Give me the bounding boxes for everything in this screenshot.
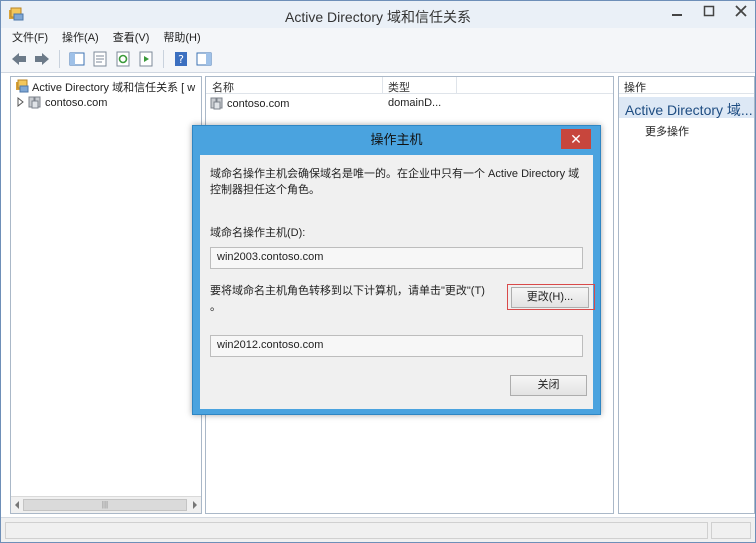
toolbar: ? xyxy=(1,46,755,73)
scroll-right-arrow-icon[interactable] xyxy=(191,500,199,513)
title-bar: Active Directory 域和信任关系 xyxy=(1,1,755,28)
tree-node-domain[interactable]: contoso.com xyxy=(17,95,107,111)
status-cell xyxy=(711,522,751,539)
refresh-icon[interactable] xyxy=(113,49,133,69)
properties-icon[interactable] xyxy=(90,49,110,69)
list-item-type: domainD... xyxy=(388,97,442,109)
scroll-thumb[interactable]: ||| xyxy=(23,499,187,511)
scroll-left-arrow-icon[interactable] xyxy=(13,500,21,513)
change-button[interactable]: 更改(H)... xyxy=(511,287,589,308)
dialog-body: 域命名操作主机会确保域名是唯一的。在企业中只有一个 Active Directo… xyxy=(200,155,595,409)
domain-icon xyxy=(210,96,224,113)
actions-section-title[interactable]: Active Directory 域... xyxy=(619,97,754,118)
help-icon[interactable]: ? xyxy=(171,49,191,69)
tree-root-label: Active Directory 域和信任关系 [ w xyxy=(32,82,196,94)
operations-master-dialog: 操作主机 ✕ 域命名操作主机会确保域名是唯一的。在企业中只有一个 Active … xyxy=(192,125,601,415)
menu-view[interactable]: 查看(V) xyxy=(113,29,150,45)
horizontal-scrollbar[interactable]: ||| xyxy=(11,496,201,513)
console-tree: Active Directory 域和信任关系 [ w contoso.com … xyxy=(10,76,202,514)
toolbar-separator xyxy=(59,50,60,68)
mmc-window: Active Directory 域和信任关系 文件(F) 操作(A) 查看(V… xyxy=(0,0,756,543)
menu-help[interactable]: 帮助(H) xyxy=(163,29,200,45)
svg-text:?: ? xyxy=(178,53,184,66)
export-list-icon[interactable] xyxy=(136,49,156,69)
menu-bar: 文件(F) 操作(A) 查看(V) 帮助(H) xyxy=(1,28,755,46)
close-icon: ✕ xyxy=(570,131,582,147)
dialog-close-button[interactable]: ✕ xyxy=(561,129,591,149)
current-master-label: 域命名操作主机(D): xyxy=(210,227,306,239)
column-divider[interactable] xyxy=(382,77,383,93)
transfer-label: 要将域命名主机角色转移到以下计算机，请单击"更改"(T) xyxy=(210,285,485,297)
window-title: Active Directory 域和信任关系 xyxy=(285,9,471,25)
maximize-button[interactable] xyxy=(701,5,717,21)
column-header-type[interactable]: 类型 xyxy=(388,79,410,95)
menu-file[interactable]: 文件(F) xyxy=(12,29,48,45)
column-divider[interactable] xyxy=(456,77,457,93)
dialog-description-line2: 控制器担任这个角色。 xyxy=(210,184,320,196)
list-header: 名称 类型 xyxy=(206,77,613,94)
target-computer-field[interactable]: win2012.contoso.com xyxy=(210,335,583,357)
close-button[interactable]: 关闭 xyxy=(510,375,587,396)
minimize-button[interactable] xyxy=(669,5,685,21)
dialog-description-line1: 域命名操作主机会确保域名是唯一的。在企业中只有一个 Active Directo… xyxy=(210,168,580,180)
list-item-name: contoso.com xyxy=(227,98,290,110)
more-actions-link[interactable]: 更多操作 xyxy=(645,123,689,139)
domains-trusts-icon xyxy=(15,79,29,96)
status-cell xyxy=(5,522,708,539)
column-header-name[interactable]: 名称 xyxy=(212,79,234,95)
actions-header: 操作 xyxy=(619,77,754,94)
forward-arrow-icon[interactable] xyxy=(32,49,52,69)
close-window-button[interactable] xyxy=(733,5,749,21)
back-arrow-icon[interactable] xyxy=(9,49,29,69)
actions-pane: 操作 Active Directory 域... 更多操作 xyxy=(618,76,755,514)
tree-domain-label: contoso.com xyxy=(45,97,108,109)
show-hide-action-pane-icon[interactable] xyxy=(194,49,214,69)
expand-arrow-icon[interactable] xyxy=(17,96,25,110)
menu-action[interactable]: 操作(A) xyxy=(62,29,99,45)
dialog-title: 操作主机 xyxy=(370,132,423,147)
domain-icon xyxy=(28,95,42,112)
show-hide-tree-icon[interactable] xyxy=(67,49,87,69)
list-item[interactable]: contoso.com domainD... xyxy=(210,96,441,113)
tree-root-node[interactable]: Active Directory 域和信任关系 [ w xyxy=(15,79,195,95)
toolbar-separator xyxy=(163,50,164,68)
status-bar xyxy=(1,517,755,542)
current-master-field[interactable]: win2003.contoso.com xyxy=(210,247,583,269)
transfer-label-tail: 。 xyxy=(210,301,221,313)
